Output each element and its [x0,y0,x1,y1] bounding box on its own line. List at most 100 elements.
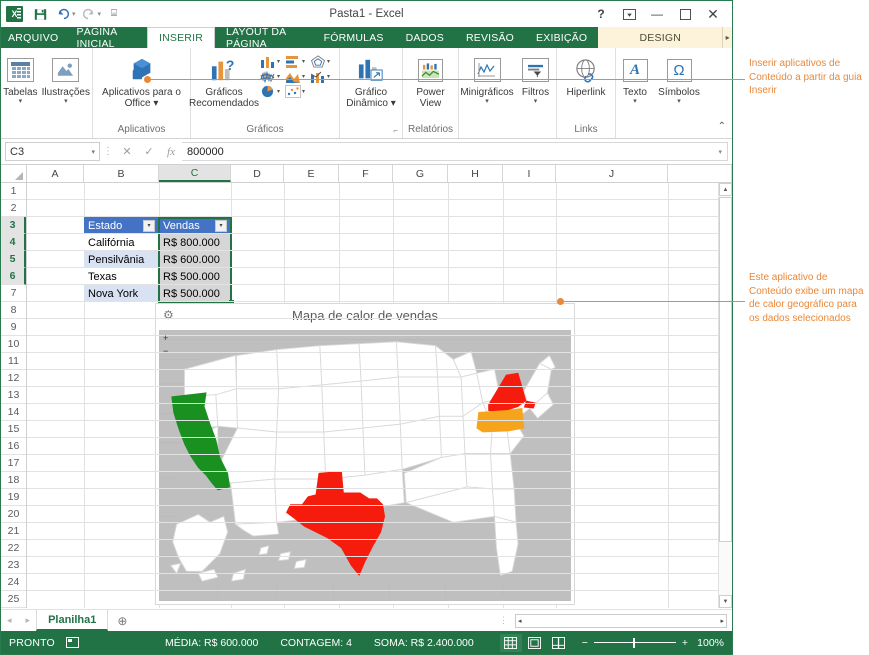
hscroll-left-icon[interactable]: ◂ [516,617,524,625]
row-header-11[interactable]: 11 [1,353,26,370]
cell-B6[interactable]: Nova York [84,285,159,302]
table-row[interactable]: Pensilvânia R$ 600.000 [84,251,231,268]
column-header-F[interactable]: F [339,165,393,182]
expand-formula-bar-icon[interactable]: ▾ [718,148,722,156]
tabelas-caret-icon[interactable]: ▾ [19,98,23,106]
row-header-14[interactable]: 14 [1,404,26,421]
formula-input[interactable]: 800000 ▾ [182,142,728,161]
cell-C5[interactable]: R$ 500.000 [159,268,231,285]
close-button[interactable]: ✕ [700,3,726,25]
zoom-in-button[interactable]: + [682,637,688,649]
column-header-A[interactable]: A [27,165,84,182]
scroll-down-button[interactable]: ▼ [719,595,732,608]
cell-C3[interactable]: R$ 800.000 [159,234,231,251]
column-header-D[interactable]: D [231,165,284,182]
tab-dados[interactable]: DADOS [394,27,455,48]
sheet-tab-planilha1[interactable]: Planilha1 [36,610,109,631]
zoom-level-label[interactable]: 100% [694,637,724,649]
pie-chart-icon[interactable]: ▾ [257,84,282,98]
column-header-J[interactable]: J [556,165,668,182]
grafico-dinamico-button[interactable]: Gráfico Dinâmico ▾ [341,52,401,109]
scroll-split-handle[interactable]: ⋮ [495,615,512,626]
vertical-scrollbar[interactable]: ▲ ▼ [718,183,732,608]
area-chart-icon[interactable]: ▾ [282,69,307,83]
filter-dropdown-estado-icon[interactable]: ▾ [143,219,155,232]
collapse-ribbon-icon[interactable]: ⌃ [718,121,732,135]
table-row[interactable]: Texas R$ 500.000 [84,268,231,285]
zoom-out-button[interactable]: − [582,637,588,649]
hiperlink-button[interactable]: Hiperlink [558,52,614,98]
insert-function-icon[interactable]: fx [160,142,182,161]
page-break-view-icon[interactable] [548,634,570,652]
row-header-22[interactable]: 22 [1,540,26,557]
sheet-next-icon[interactable]: ▸ [26,615,31,626]
row-header-16[interactable]: 16 [1,438,26,455]
tab-formulas[interactable]: FÓRMULAS [312,27,395,48]
filter-dropdown-vendas-icon[interactable]: ▾ [215,219,227,232]
zoom-slider-knob[interactable] [632,637,635,648]
power-view-button[interactable]: Power View [405,52,457,109]
tab-overflow-caret-icon[interactable]: ▸ [722,27,732,48]
page-layout-view-icon[interactable] [524,634,546,652]
scroll-thumb[interactable] [719,197,732,542]
undo-dropdown-caret-icon[interactable]: ▾ [72,10,76,18]
table-header-vendas[interactable]: Vendas ▾ [159,217,231,234]
zoom-slider[interactable] [593,637,676,648]
maximize-button[interactable] [672,3,698,25]
simbolos-caret-icon[interactable]: ▾ [677,98,681,106]
combo-chart-icon[interactable]: ▾ [307,69,332,83]
column-header-E[interactable]: E [284,165,339,182]
row-header-18[interactable]: 18 [1,472,26,489]
record-macro-icon[interactable] [65,637,79,648]
cell-B3[interactable]: Califórnia [84,234,159,251]
map-zoom-in-button[interactable]: + [163,334,168,343]
confirm-entry-icon[interactable]: ✓ [138,142,160,161]
tab-design[interactable]: DESIGN [598,27,723,48]
texto-caret-icon[interactable]: ▾ [633,98,637,106]
line-chart-icon[interactable]: ▾ [257,69,282,83]
row-header-7[interactable]: 7 [1,285,26,302]
ribbon-group-charts-dialog-launcher[interactable]: ⌐ [340,126,402,138]
cell-C6[interactable]: R$ 500.000 [159,285,231,302]
save-icon[interactable] [30,5,50,24]
graficos-recomendados-button[interactable]: ? Gráficos Recomendados [189,52,259,109]
cell-C4[interactable]: R$ 600.000 [159,251,231,268]
undo-icon[interactable] [53,5,73,24]
table-row[interactable]: Califórnia R$ 800.000 [84,234,231,251]
ilustracoes-button[interactable]: Ilustrações ▾ [40,52,92,106]
add-sheet-icon[interactable]: ⊕ [108,610,136,631]
tab-inserir[interactable]: INSERIR [147,27,215,48]
scroll-up-button[interactable]: ▲ [719,183,732,196]
hscroll-right-icon[interactable]: ▸ [718,617,726,625]
table-header-estado[interactable]: Estado ▾ [84,217,159,234]
horizontal-scrollbar[interactable]: ◂ ▸ [515,613,727,628]
name-box[interactable]: C3 ▾ [5,142,100,161]
row-header-15[interactable]: 15 [1,421,26,438]
help-button[interactable]: ? [588,3,614,25]
radar-chart-icon[interactable]: ▾ [307,54,332,68]
bar-chart-icon[interactable]: ▾ [282,54,307,68]
select-all-corner[interactable] [1,165,27,182]
map-zoom-out-button[interactable]: − [163,347,168,356]
minimize-button[interactable]: — [644,3,670,25]
redo-dropdown-caret-icon[interactable]: ▾ [98,10,102,18]
row-header-25[interactable]: 25 [1,591,26,608]
tab-arquivo[interactable]: ARQUIVO [1,27,66,48]
tabelas-button[interactable]: Tabelas ▾ [1,52,40,106]
filtros-caret-icon[interactable]: ▾ [534,98,538,106]
row-header-24[interactable]: 24 [1,574,26,591]
gear-icon[interactable]: ⚙ [163,309,176,322]
tab-revisao[interactable]: REVISÃO [454,27,526,48]
sheet-prev-icon[interactable]: ◂ [7,615,12,626]
row-header-1[interactable]: 1 [1,183,26,200]
row-header-19[interactable]: 19 [1,489,26,506]
row-header-2[interactable]: 2 [1,200,26,217]
row-header-5[interactable]: 5 [1,251,26,268]
row-header-10[interactable]: 10 [1,336,26,353]
row-header-21[interactable]: 21 [1,523,26,540]
row-header-20[interactable]: 20 [1,506,26,523]
column-header-G[interactable]: G [393,165,448,182]
column-header-H[interactable]: H [448,165,503,182]
tab-layout-da-pagina[interactable]: LAYOUT DA PÁGINA [215,26,313,50]
column-header-K[interactable] [668,165,732,182]
